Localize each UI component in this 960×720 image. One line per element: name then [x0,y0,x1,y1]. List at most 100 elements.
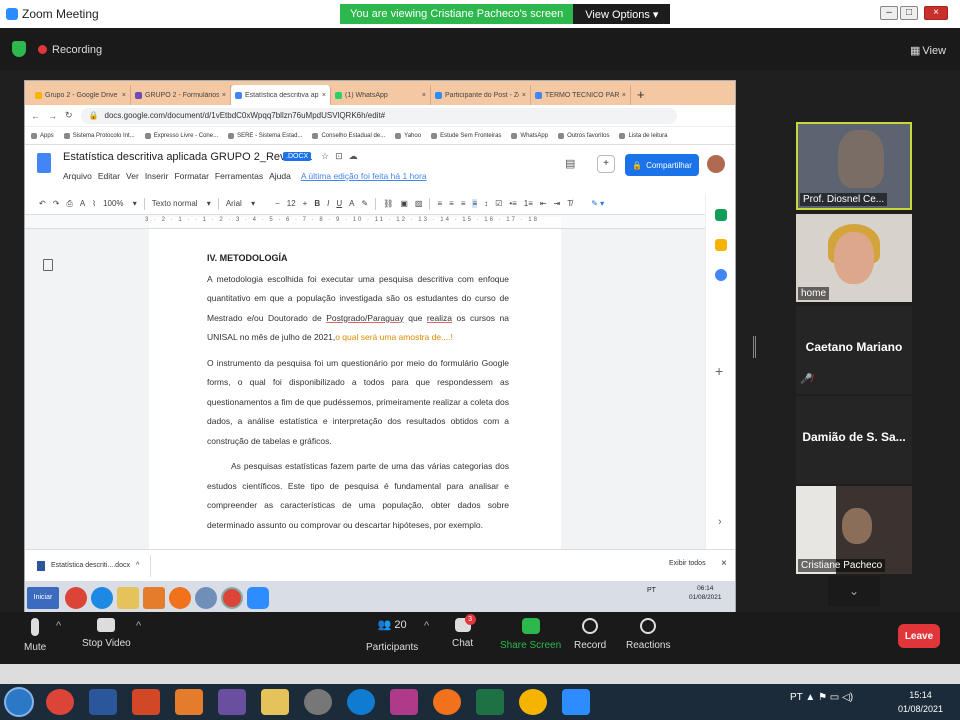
close-tab-icon[interactable]: × [422,92,426,99]
bookmark-item[interactable]: WhatsApp [511,132,548,139]
chat-button[interactable]: 3 Chat [452,614,476,649]
menu-item[interactable]: Ferramentas [215,171,263,181]
align-left-icon[interactable]: ≡ [437,199,442,208]
font-size-increase[interactable]: + [303,199,308,208]
share-screen-button[interactable]: Share Screen [500,618,561,651]
ie-icon[interactable] [91,586,113,609]
highlight-icon[interactable]: ✎ [361,199,368,208]
menu-item[interactable]: Inserir [145,171,169,181]
bookmark-item[interactable]: Lista de leitura [619,132,668,139]
sheets-icon[interactable] [715,209,727,221]
menu-item[interactable]: Formatar [174,171,208,181]
chevron-up-icon[interactable]: ^ [136,620,141,632]
bookmark-item[interactable]: Estude Sem Fronteiras [431,132,501,139]
underline-icon[interactable]: U [336,199,342,208]
url-field[interactable]: 🔒 docs.google.com/document/d/1vEtbdC0xWpq… [80,107,677,124]
close-tab-icon[interactable]: × [522,92,526,99]
bold-icon[interactable]: B [314,199,320,208]
editing-mode-icon[interactable]: ✎ ▾ [591,199,604,208]
participant-tile[interactable]: Cristiane Pacheco [796,486,912,574]
move-icon[interactable]: ⊡ [335,151,349,161]
browser-tab[interactable]: TERMO TECNICO PARA P× [531,85,631,105]
firefox-icon[interactable] [433,689,461,715]
folder-icon[interactable] [117,586,139,609]
bookmark-item[interactable]: Apps [31,132,54,139]
view-options-button[interactable]: View Options ▾ [573,4,671,24]
file-explorer-icon[interactable] [261,689,289,715]
browser-tab[interactable]: (1) WhatsApp × [331,85,431,105]
zoom-select[interactable]: 100% ▾ [103,199,137,208]
align-right-icon[interactable]: ≡ [461,199,466,208]
zoom-icon[interactable] [562,689,590,715]
edge-icon[interactable] [347,689,375,715]
panel-resize-handle[interactable] [753,336,756,358]
security-shield-icon[interactable] [12,41,26,57]
chrome-icon[interactable] [221,586,243,609]
style-select[interactable]: Texto normal ▾ [152,199,211,208]
bookmark-item[interactable]: Yahoo [395,132,421,139]
start-button[interactable]: Iniciar [27,586,59,609]
app-icon[interactable] [218,689,246,715]
font-size-field[interactable]: 12 [287,199,296,208]
excel-icon[interactable] [476,689,504,715]
comment-icon[interactable]: ▣ [400,199,408,208]
close-tab-icon[interactable]: × [222,92,226,99]
participants-button[interactable]: 👥 20 Participants [366,618,418,653]
reload-icon[interactable]: ↻ [65,110,73,121]
image-icon[interactable]: ▨ [415,199,423,208]
outline-icon[interactable] [43,259,53,271]
numbered-list-icon[interactable]: 1≡ [524,199,533,208]
browser-tab[interactable]: Grupo 2 - Google Drive × [31,85,131,105]
indent-increase-icon[interactable]: ⇥ [554,199,561,208]
back-icon[interactable]: ← [31,111,40,121]
last-edit-link[interactable]: A última edição foi feita há 1 hora [301,171,427,181]
browser-tab[interactable]: Participante do Post - Zo × [431,85,531,105]
app-icon[interactable] [519,689,547,715]
docs-logo-icon[interactable] [37,153,51,173]
text-color-icon[interactable]: A [349,199,354,208]
menu-item[interactable]: Arquivo [63,171,92,181]
close-downloads-icon[interactable]: × [721,558,727,569]
font-select[interactable]: Arial ▾ [226,199,255,208]
tasks-icon[interactable] [715,269,727,281]
view-button[interactable]: ▦ View [908,44,946,57]
close-tab-icon[interactable]: × [122,92,126,99]
windows-start-icon[interactable] [4,687,34,717]
paint-format-icon[interactable]: ⌇ [92,199,96,208]
align-center-icon[interactable]: ≡ [449,199,454,208]
browser-tab[interactable]: GRUPO 2 - Formulários Go× [131,85,231,105]
close-icon[interactable]: × [924,6,948,20]
doc-title[interactable]: Estatística descritiva aplicada GRUPO 2_… [63,151,312,163]
chrome-icon[interactable] [65,586,87,609]
chevron-down-icon[interactable]: ⌄ [828,576,880,606]
participant-tile[interactable]: Prof. Diosnel Ce... [796,122,912,210]
zoom-icon[interactable] [247,586,269,609]
keep-icon[interactable] [715,239,727,251]
record-button[interactable]: Record [574,618,606,651]
bookmark-item[interactable]: Outros favoritos [558,132,609,139]
media-icon[interactable] [304,689,332,715]
chevron-up-icon[interactable]: ^ [424,620,429,632]
share-button[interactable]: 🔒 Compartilhar [625,154,699,176]
download-item[interactable]: Estatística descriti....docx ^ [37,554,151,577]
bookmark-item[interactable]: Expresso Livre - Cone... [144,132,218,139]
powerpoint-icon[interactable] [132,689,160,715]
line-spacing-icon[interactable]: ↕ [484,199,488,208]
star-icon[interactable]: ☆ [321,151,335,161]
indent-decrease-icon[interactable]: ⇤ [540,199,547,208]
comments-icon[interactable]: ▤ [565,157,575,170]
media-player-icon[interactable] [175,689,203,715]
close-tab-icon[interactable]: × [322,92,326,99]
browser-tab[interactable]: Estatística descritiva aplica× [231,85,331,105]
justify-icon[interactable]: ≡ [472,199,478,208]
print-icon[interactable]: ⎙ [66,199,72,209]
chrome-icon[interactable] [46,689,74,715]
bookmark-item[interactable]: Conselho Estadual de... [312,132,385,139]
close-tab-icon[interactable]: × [622,92,626,99]
participant-tile[interactable]: Damião de S. Sa... [796,396,912,484]
add-addon-icon[interactable]: + [715,363,723,379]
media-icon[interactable] [143,586,165,609]
italic-icon[interactable]: I [327,199,329,208]
word-icon[interactable] [89,689,117,715]
leave-button[interactable]: Leave [898,624,940,648]
